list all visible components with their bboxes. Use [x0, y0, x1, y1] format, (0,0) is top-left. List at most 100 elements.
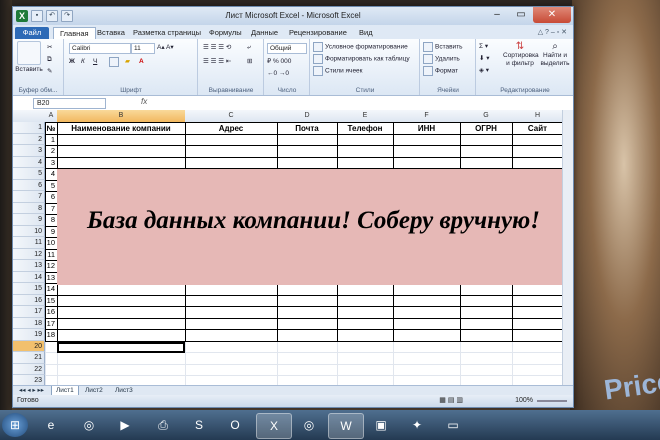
vertical-scrollbar[interactable] [562, 110, 573, 385]
format-cells-button[interactable]: Формат [423, 66, 458, 76]
row-header-17[interactable]: 17 [13, 306, 45, 318]
paste-button[interactable]: Вставить [13, 65, 45, 75]
row-header-6[interactable]: 6 [13, 179, 45, 191]
grow-font-icon[interactable]: A▴ A▾ [157, 43, 174, 53]
row-header-3[interactable]: 3 [13, 145, 45, 157]
autosum-icon[interactable]: Σ ▾ [479, 42, 488, 52]
header-website[interactable]: Сайт [512, 123, 563, 134]
skype-icon[interactable]: S [182, 413, 216, 437]
wrap-text-icon[interactable]: ⤶ [247, 43, 251, 53]
copy-icon[interactable]: ⧉ [47, 55, 52, 65]
header-phone[interactable]: Телефон [337, 123, 393, 134]
cell-styles-button[interactable]: Стили ячеек [313, 66, 363, 76]
tab-view[interactable]: Вид [359, 27, 373, 39]
printer-icon[interactable]: ⎙ [146, 413, 180, 437]
underline-button[interactable]: Ч [93, 57, 97, 67]
spreadsheet-grid[interactable]: A B C D E F G H 1 2 3 4 5 6 7 8 9 10 11 12 13 14 15 16 1… [13, 110, 573, 385]
italic-button[interactable]: К [81, 57, 85, 67]
row-header-15[interactable]: 15 [13, 283, 45, 295]
row-number-cell[interactable]: 5 [45, 180, 55, 192]
minimize-icon[interactable]: – [485, 7, 509, 23]
header-address[interactable]: Адрес [185, 123, 277, 134]
row-header-20[interactable]: 20 [13, 340, 45, 352]
view-buttons-icon[interactable]: ▦ ▤ ▥ [439, 395, 463, 407]
selected-cell-B20[interactable] [57, 342, 185, 353]
format-painter-icon[interactable]: ✎ [47, 67, 52, 77]
sheet-tab-2[interactable]: Лист2 [81, 386, 107, 395]
clear-icon[interactable]: ◈ ▾ [479, 66, 489, 76]
paste-icon[interactable] [17, 41, 41, 65]
header-email[interactable]: Почта [277, 123, 337, 134]
header-inn[interactable]: ИНН [393, 123, 460, 134]
row-number-cell[interactable]: 3 [45, 157, 55, 169]
tab-review[interactable]: Рецензирование [289, 27, 347, 39]
font-color-icon[interactable]: A [139, 57, 144, 67]
row-number-cell[interactable]: 7 [45, 203, 55, 215]
tab-file[interactable]: Файл [15, 27, 49, 39]
font-size-combo[interactable]: 11 [131, 43, 155, 54]
row-number-cell[interactable]: 13 [45, 272, 55, 284]
row-header-5[interactable]: 5 [13, 168, 45, 180]
decimal-icon[interactable]: ←0 →0 [267, 69, 289, 79]
row-number-cell[interactable]: 11 [45, 249, 55, 261]
row-number-cell[interactable]: 2 [45, 145, 55, 157]
tab-formulas[interactable]: Формулы [209, 27, 242, 39]
row-header-22[interactable]: 22 [13, 363, 45, 375]
delete-cells-button[interactable]: Удалить [423, 54, 460, 64]
row-header-23[interactable]: 23 [13, 375, 45, 385]
header-ogrn[interactable]: ОГРН [460, 123, 512, 134]
tab-data[interactable]: Данные [251, 27, 278, 39]
row-header-12[interactable]: 12 [13, 248, 45, 260]
font-name-combo[interactable]: Calibri [69, 43, 131, 54]
ie-icon[interactable]: e [34, 413, 68, 437]
fill-icon[interactable]: ⬇ ▾ [479, 54, 490, 64]
row-header-1[interactable]: 1 [13, 122, 45, 134]
row-number-cell[interactable]: 16 [45, 306, 55, 318]
row-header-11[interactable]: 11 [13, 237, 45, 249]
start-button-icon[interactable]: ⊞ [2, 413, 28, 437]
row-number-cell[interactable]: 1 [45, 134, 55, 146]
chrome-taskbar-icon[interactable]: ◎ [292, 413, 326, 437]
row-number-cell[interactable]: 12 [45, 260, 55, 272]
zoom-level[interactable]: 100% [515, 395, 533, 407]
zoom-slider[interactable] [537, 400, 567, 402]
remote-desktop-icon[interactable]: ▣ [364, 413, 398, 437]
format-table-button[interactable]: Форматировать как таблицу [313, 54, 410, 64]
currency-icon[interactable]: ₽ % 000 [267, 57, 291, 67]
bold-button[interactable]: Ж [69, 57, 75, 67]
row-number-cell[interactable]: 15 [45, 295, 55, 307]
sort-filter-button[interactable]: ⇅ Сортировка и фильтр [503, 42, 539, 68]
row-header-2[interactable]: 2 [13, 133, 45, 145]
row-header-19[interactable]: 19 [13, 329, 45, 341]
row-number-cell[interactable]: 6 [45, 191, 55, 203]
row-header-4[interactable]: 4 [13, 156, 45, 168]
row-header-18[interactable]: 18 [13, 317, 45, 329]
row-header-16[interactable]: 16 [13, 294, 45, 306]
row-header-21[interactable]: 21 [13, 352, 45, 364]
row-number-cell[interactable]: 4 [45, 168, 55, 180]
header-number[interactable]: № [45, 123, 57, 134]
sheet-tab-3[interactable]: Лист3 [111, 386, 137, 395]
conditional-format-button[interactable]: Условное форматирование [313, 42, 408, 52]
find-select-button[interactable]: ⌕ Найти и выделить [539, 42, 571, 68]
fill-color-icon[interactable]: ▰ [125, 57, 130, 67]
align-top-icon[interactable]: ☰ ☰ ☰ ⟲ [203, 43, 231, 53]
header-company-name[interactable]: Наименование компании [57, 123, 185, 134]
word-icon[interactable]: W [328, 413, 364, 439]
row-number-cell[interactable]: 18 [45, 329, 55, 341]
row-number-cell[interactable]: 10 [45, 237, 55, 249]
chrome-icon[interactable]: ◎ [72, 413, 106, 437]
fx-icon[interactable]: fx [141, 97, 147, 106]
help-icon[interactable]: △ ? – ▫ ✕ [538, 28, 567, 36]
tab-insert[interactable]: Вставка [97, 27, 125, 39]
row-number-cell[interactable]: 9 [45, 226, 55, 238]
row-number-cell[interactable]: 14 [45, 283, 55, 295]
row-header-10[interactable]: 10 [13, 225, 45, 237]
merge-icon[interactable]: ⊞ [247, 57, 252, 67]
app-icon[interactable]: ✦ [400, 413, 434, 437]
excel-taskbar-icon[interactable]: X [256, 413, 292, 439]
insert-cells-button[interactable]: Вставить [423, 42, 463, 52]
maximize-icon[interactable]: ▭ [509, 7, 533, 23]
explorer-icon[interactable]: ▭ [436, 413, 470, 437]
name-box[interactable]: B20 [33, 98, 106, 109]
